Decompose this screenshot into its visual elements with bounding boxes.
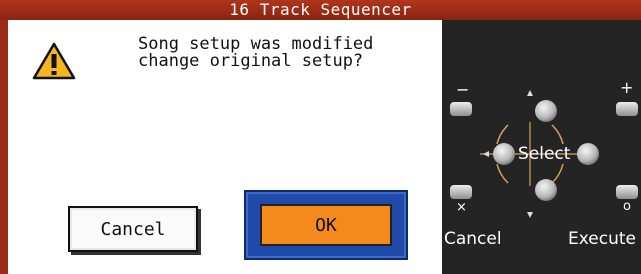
right-button[interactable] [577, 143, 599, 165]
select-label: Select [518, 144, 571, 164]
left-button[interactable] [493, 143, 515, 165]
cancel-button[interactable]: Cancel [68, 206, 198, 252]
minus-key[interactable] [450, 102, 472, 116]
cancel-key[interactable] [450, 185, 472, 199]
cancel-label: Cancel [444, 229, 502, 249]
cancel-symbol: × [456, 200, 467, 215]
warning-icon [32, 42, 76, 80]
up-arrow-icon [527, 90, 533, 96]
down-button[interactable] [535, 179, 557, 201]
ok-button-focus-ring[interactable]: OK [244, 190, 408, 260]
left-arrow-icon [483, 151, 489, 157]
dialog-message: Song setup was modified change original … [138, 34, 374, 71]
plus-label: + [620, 78, 634, 97]
ok-button[interactable]: OK [260, 204, 392, 246]
minus-label: − [456, 80, 470, 99]
window-title: 16 Track Sequencer [0, 0, 641, 20]
execute-label: Execute [568, 229, 636, 249]
control-panel: − + Select × o Cancel Execute [442, 20, 641, 274]
confirm-dialog: Song setup was modified change original … [8, 20, 442, 274]
down-arrow-icon [527, 212, 533, 218]
plus-key[interactable] [616, 102, 638, 116]
up-button[interactable] [535, 100, 557, 122]
execute-key[interactable] [616, 185, 638, 199]
execute-symbol: o [623, 199, 631, 214]
